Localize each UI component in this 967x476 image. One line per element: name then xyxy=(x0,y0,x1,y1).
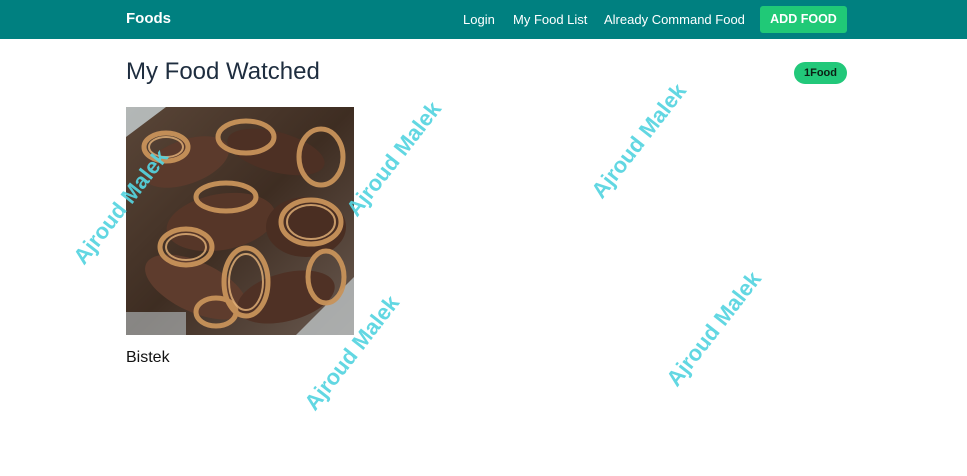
watermark-text: Ajroud Malek xyxy=(661,266,767,391)
navbar: Foods Login My Food List Already Command… xyxy=(0,0,967,39)
brand-link[interactable]: Foods xyxy=(126,10,171,27)
food-photo-illustration xyxy=(126,107,354,335)
watermark-text: Ajroud Malek xyxy=(586,78,692,203)
watermark-text: Ajroud Malek xyxy=(341,96,447,221)
nav-login-link[interactable]: Login xyxy=(463,12,495,27)
nav-my-food-list-link[interactable]: My Food List xyxy=(513,12,587,27)
page: Foods Login My Food List Already Command… xyxy=(0,0,967,476)
add-food-button[interactable]: ADD FOOD xyxy=(760,6,847,33)
page-title: My Food Watched xyxy=(126,58,320,85)
food-name[interactable]: Bistek xyxy=(126,349,170,367)
nav-already-command-food-link[interactable]: Already Command Food xyxy=(604,12,745,27)
food-count-badge: 1Food xyxy=(794,62,847,84)
food-image[interactable] xyxy=(126,107,354,335)
